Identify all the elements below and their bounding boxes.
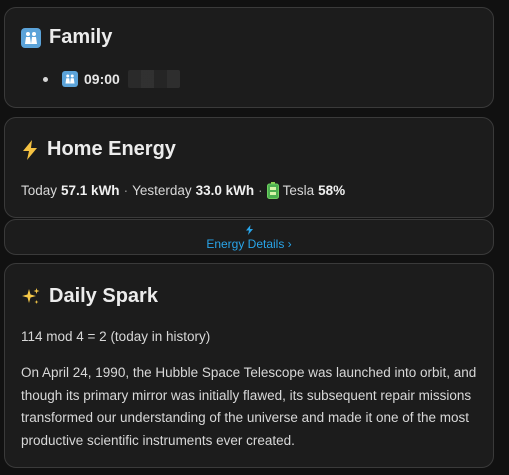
separator: · bbox=[123, 183, 129, 198]
family-title-text: Family bbox=[49, 26, 113, 48]
energy-details-button[interactable]: Energy Details › bbox=[4, 219, 494, 255]
family-icon bbox=[62, 71, 78, 87]
family-card: Family 09:00 bbox=[4, 7, 494, 108]
redacted-text bbox=[127, 70, 180, 88]
today-value: 57.1 kWh bbox=[61, 183, 120, 198]
family-list: 09:00 bbox=[47, 70, 180, 88]
spark-title: Daily Spark bbox=[21, 285, 158, 308]
dashboard: Family 09:00 Home Energy Today 57.1 kWh … bbox=[0, 0, 509, 475]
spark-subtitle: 114 mod 4 = 2 (today in history) bbox=[21, 329, 211, 344]
battery-icon bbox=[266, 182, 279, 199]
family-title: Family bbox=[21, 26, 112, 49]
energy-summary: Today 57.1 kWh · Yesterday 33.0 kWh · Te… bbox=[21, 182, 345, 199]
energy-title-text: Home Energy bbox=[47, 138, 176, 160]
yesterday-value: 33.0 kWh bbox=[195, 183, 255, 198]
energy-title: Home Energy bbox=[21, 138, 176, 161]
family-event-time: 09:00 bbox=[84, 71, 120, 87]
lightning-icon bbox=[21, 139, 39, 160]
tesla-label: Tesla bbox=[282, 183, 315, 198]
energy-card: Home Energy Today 57.1 kWh · Yesterday 3… bbox=[4, 117, 494, 218]
sparkles-icon bbox=[21, 287, 41, 307]
tesla-value: 58% bbox=[318, 183, 346, 198]
list-item: 09:00 bbox=[47, 70, 180, 88]
lightning-icon bbox=[245, 224, 254, 236]
today-label: Today bbox=[21, 183, 58, 198]
spark-body: On April 24, 1990, the Hubble Space Tele… bbox=[21, 365, 477, 448]
spark-title-text: Daily Spark bbox=[49, 285, 158, 307]
spark-card: Daily Spark 114 mod 4 = 2 (today in hist… bbox=[4, 263, 494, 468]
family-icon bbox=[21, 27, 41, 48]
yesterday-label: Yesterday bbox=[132, 183, 192, 198]
energy-details-label[interactable]: Energy Details › bbox=[206, 237, 291, 251]
separator: · bbox=[258, 183, 263, 198]
